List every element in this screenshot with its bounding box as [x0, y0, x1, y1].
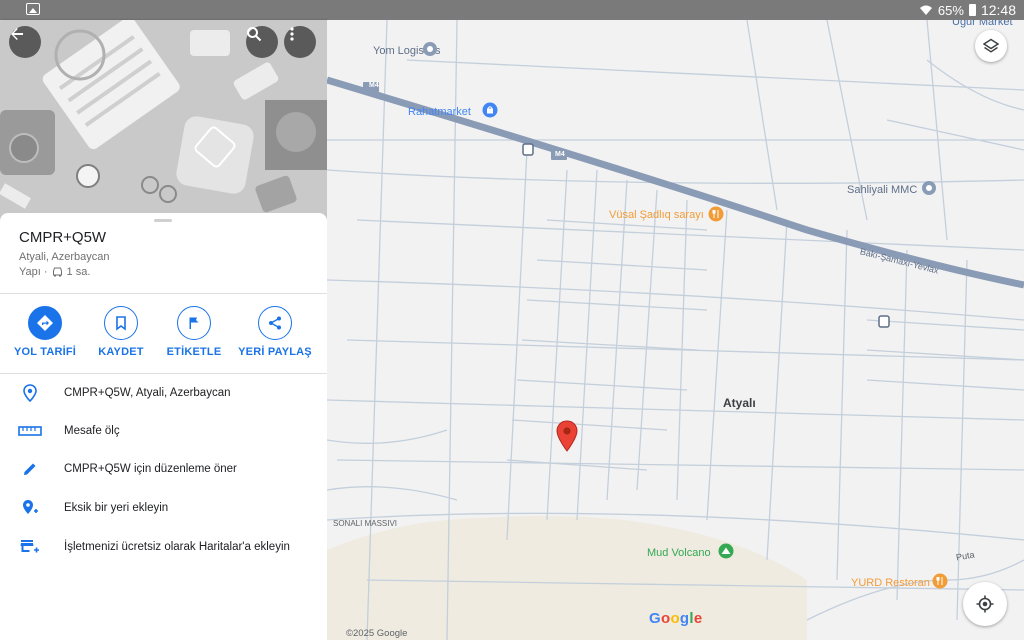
- add-business-icon: [20, 540, 39, 553]
- place-sheet: CMPR+Q5W Atyali, Azerbaycan Yapı · 1 sa.…: [0, 213, 327, 640]
- poi-yurd-restoran[interactable]: YURD Restoran: [851, 577, 930, 589]
- flag-icon: [189, 317, 199, 329]
- poi-ugur-market[interactable]: Uğur Market: [952, 20, 1013, 28]
- place-panel: CMPR+Q5W Atyali, Azerbaycan Yapı · 1 sa.…: [0, 20, 327, 640]
- action-row: YOL TARİFİ KAYDET ETİKETLE YERİ PAYLAŞ: [0, 306, 327, 366]
- place-meta: Yapı · 1 sa.: [19, 266, 90, 278]
- bookmark-icon: [116, 316, 126, 331]
- google-logo: Google: [649, 610, 703, 627]
- drive-time: 1 sa.: [66, 266, 91, 278]
- add-location-icon: [23, 500, 38, 514]
- directions-button[interactable]: YOL TARİFİ: [5, 306, 85, 358]
- area-label: SONALI MASSIVI: [333, 519, 398, 528]
- search-button[interactable]: [246, 26, 278, 58]
- measure-distance-row[interactable]: Mesafe ölç: [0, 412, 327, 450]
- status-bar: 65% 12:48: [0, 0, 1024, 20]
- bus-stop-icon: [878, 315, 890, 328]
- more-vert-icon: [290, 27, 294, 41]
- poi-vusal[interactable]: Vüsal Şadlıq sarayı: [609, 209, 704, 221]
- battery-percent: 65%: [937, 2, 964, 18]
- directions-icon: [37, 315, 53, 331]
- town-label: Atyalı: [723, 396, 756, 410]
- label-button[interactable]: ETİKETLE: [154, 306, 234, 358]
- crosshair-icon: [976, 595, 994, 613]
- save-button[interactable]: KAYDET: [81, 306, 161, 358]
- layers-icon: [983, 38, 999, 53]
- m4-label: M4: [555, 151, 565, 158]
- place-locality: Atyali, Azerbaycan: [19, 251, 110, 263]
- illustration-icon: [0, 20, 327, 220]
- shopping-bag-icon[interactable]: [482, 102, 498, 118]
- add-business-row[interactable]: İşletmenizi ücretsiz olarak Haritalar'a …: [0, 528, 327, 566]
- restaurant-icon[interactable]: [708, 206, 724, 222]
- poi-gray-marker-icon[interactable]: [422, 41, 438, 57]
- my-location-button[interactable]: [963, 582, 1007, 626]
- drag-handle[interactable]: [154, 219, 172, 222]
- divider: [0, 293, 327, 294]
- copyright-text: ©2025 Google: [346, 628, 408, 639]
- gallery-notification-icon: [26, 3, 40, 15]
- search-icon: [247, 27, 262, 42]
- bus-stop-icon: [522, 143, 534, 156]
- poi-mud-volcano[interactable]: Mud Volcano: [647, 547, 711, 559]
- battery-icon: [968, 4, 976, 16]
- poi-gray-marker-icon[interactable]: [921, 180, 937, 196]
- edit-pencil-icon: [24, 463, 36, 475]
- place-title: CMPR+Q5W: [19, 229, 107, 246]
- place-photo-placeholder: [0, 20, 327, 220]
- m4-label: M4: [369, 82, 379, 89]
- mountain-icon[interactable]: [718, 543, 734, 559]
- add-missing-place-row[interactable]: Eksik bir yeri ekleyin: [0, 489, 327, 527]
- clock: 12:48: [980, 2, 1016, 18]
- wifi-icon: [919, 5, 932, 15]
- address-row[interactable]: CMPR+Q5W, Atyali, Azerbaycan: [0, 374, 327, 412]
- restaurant-icon[interactable]: [932, 573, 948, 589]
- layers-button[interactable]: [975, 30, 1007, 62]
- location-pin-icon: [23, 384, 37, 402]
- poi-sahliyali[interactable]: Sahliyali MMC: [847, 184, 917, 196]
- poi-rahat-market[interactable]: Rahatmarket: [408, 106, 471, 118]
- share-icon: [269, 316, 281, 330]
- share-place-button[interactable]: YERİ PAYLAŞ: [235, 306, 315, 358]
- suggest-edit-row[interactable]: CMPR+Q5W için düzenleme öner: [0, 450, 327, 488]
- more-options-button[interactable]: [284, 26, 316, 58]
- arrow-left-icon: [11, 28, 23, 40]
- car-icon: [52, 267, 62, 277]
- place-category: Yapı ·: [19, 266, 48, 278]
- map-view[interactable]: M4 M4 Uğur Market Yom Logistics Rahatmar…: [327, 20, 1024, 640]
- dropped-pin-marker[interactable]: [556, 420, 578, 452]
- back-button[interactable]: [9, 26, 41, 58]
- ruler-icon: [18, 426, 42, 436]
